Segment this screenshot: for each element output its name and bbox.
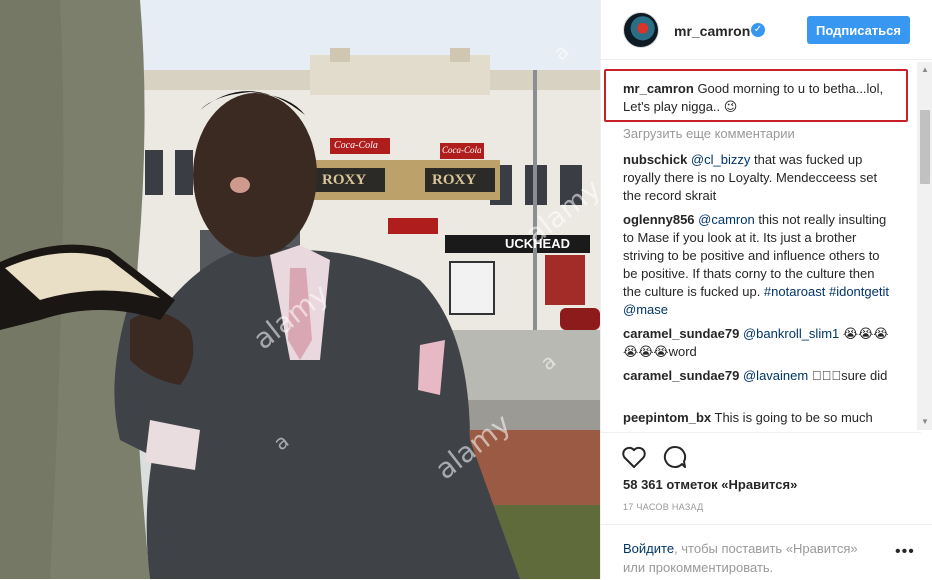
scroll-thumb[interactable]	[920, 110, 930, 184]
comment-username[interactable]: caramel_sundae79	[623, 326, 739, 341]
post-caption: mr_camron Good morning to u to betha...l…	[623, 80, 893, 116]
coca-cola-sign: Coca-Cola	[334, 140, 378, 151]
comment-username[interactable]: nubschick	[623, 152, 687, 167]
login-prompt: Войдите, чтобы поставить «Нравится» или …	[601, 524, 932, 580]
coca-cola-sign: Coca-Cola	[442, 145, 482, 155]
post-header: mr_camron ✓ Подписаться	[601, 0, 932, 60]
buckhead-sign: UCKHEAD	[505, 236, 570, 251]
comment-username[interactable]: caramel_sundae79	[623, 368, 739, 383]
likes-count[interactable]: 58 361 отметок «Нравится»	[623, 477, 797, 492]
comment-mention[interactable]: @bankroll_slim1	[743, 326, 839, 341]
post-actions	[601, 432, 921, 468]
scroll-up-arrow-icon[interactable]: ▲	[917, 62, 932, 78]
follow-button[interactable]: Подписаться	[807, 16, 910, 44]
comment-username[interactable]: peepintom_bx	[623, 410, 711, 425]
more-options-icon[interactable]: •••	[895, 544, 915, 560]
comment-item: caramel_sundae79 @bankroll_slim1 😭😭😭😭😭😭w…	[623, 325, 893, 361]
marquee-text-right: ROXY	[432, 172, 477, 188]
load-more-comments-link[interactable]: Загрузить еще комментарии	[623, 126, 795, 141]
comment-text: 🏻🏻🏻sure did	[808, 368, 888, 383]
post-sidebar: mr_camron ✓ Подписаться mr_camron Good m…	[600, 0, 932, 579]
comment-item: nubschick @cl_bizzy that was fucked up r…	[623, 151, 893, 205]
login-link[interactable]: Войдите	[623, 541, 674, 556]
comment-item: oglenny856 @camron this not really insul…	[623, 211, 893, 319]
post-timestamp[interactable]: 17 ЧАСОВ НАЗАД	[623, 502, 704, 512]
comment-item: peepintom_bx This is going to be so much…	[623, 409, 893, 430]
scroll-down-arrow-icon[interactable]: ▼	[917, 414, 932, 430]
comment-mention[interactable]: @cl_bizzy	[691, 152, 750, 167]
author-username[interactable]: mr_camron	[674, 23, 750, 39]
avatar[interactable]	[623, 12, 659, 48]
post-photo[interactable]: alamy alamy alamy a a a ROXY ROXY Coca-C…	[0, 0, 600, 579]
comment-username[interactable]: oglenny856	[623, 212, 695, 227]
verified-badge-icon: ✓	[751, 23, 765, 37]
comments-list[interactable]: mr_camron Good morning to u to betha...l…	[601, 62, 921, 430]
heart-icon[interactable]	[620, 443, 648, 471]
caption-username[interactable]: mr_camron	[623, 81, 694, 96]
comment-item: caramel_sundae79 @lavainem 🏻🏻🏻sure did	[623, 367, 893, 385]
login-prompt-text: Войдите, чтобы поставить «Нравится» или …	[623, 539, 883, 577]
marquee-text-left: ROXY	[322, 172, 367, 188]
comment-mention[interactable]: @lavainem	[743, 368, 808, 383]
comment-mention[interactable]: @camron	[698, 212, 755, 227]
comment-icon[interactable]	[661, 443, 689, 471]
comments-scrollbar[interactable]: ▲ ▼	[917, 62, 932, 430]
